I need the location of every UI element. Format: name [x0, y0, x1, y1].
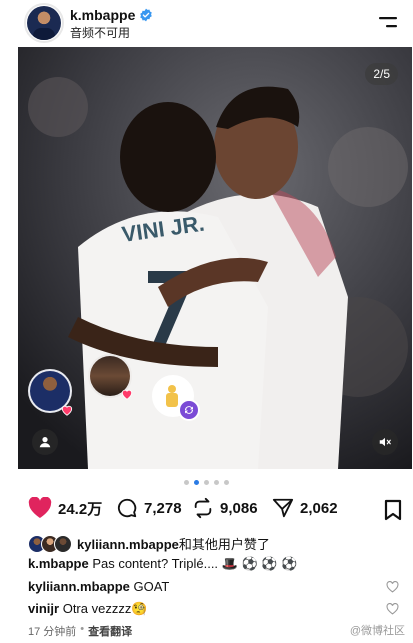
repost-button[interactable]: 9,086 [192, 497, 258, 519]
username[interactable]: k.mbappe [70, 7, 135, 23]
comment-username[interactable]: vinijr [28, 601, 59, 616]
likes-summary[interactable]: kyliiann.mbappe和其他用户赞了 [28, 534, 270, 553]
post-meta: 17 分钟前 • 查看翻译 [28, 623, 132, 639]
menu-icon[interactable] [377, 13, 399, 31]
carousel-dot [204, 480, 209, 485]
liker-avatar [54, 534, 72, 553]
likes-suffix: 和其他用户赞了 [178, 537, 270, 552]
carousel-dot-active [194, 480, 199, 485]
mute-button[interactable] [372, 429, 398, 455]
likes-user[interactable]: kyliiann.mbappe [77, 537, 179, 552]
caption-username[interactable]: k.mbappe [28, 556, 89, 571]
comment-icon [118, 498, 137, 518]
carousel-dot [214, 480, 219, 485]
meta-separator: • [80, 623, 85, 635]
post-header: k.mbappe 音频不可用 [0, 0, 413, 46]
comment-row: vinijr Otra vezzzz🧐 [28, 601, 403, 617]
comment-like-icon[interactable] [386, 603, 399, 615]
comment-username[interactable]: kyliiann.mbappe [28, 579, 130, 594]
avatar-image [27, 6, 61, 40]
comment-count: 7,278 [144, 499, 182, 517]
comment-text: GOAT [133, 579, 170, 594]
caption-text: Pas content? Triplé.... 🎩 ⚽ ⚽ ⚽ [92, 556, 298, 571]
likes-text: kyliiann.mbappe和其他用户赞了 [77, 534, 270, 553]
carousel-dots [0, 480, 413, 485]
comment-text: Otra vezzzz🧐 [62, 601, 148, 616]
post-photo[interactable]: VINI JR. 2/5 [18, 47, 412, 469]
tagged-users-button[interactable] [32, 429, 58, 455]
comment-button[interactable]: 7,278 [116, 497, 182, 519]
speaker-muted-icon [379, 437, 391, 447]
username-row: k.mbappe [70, 7, 153, 23]
share-count: 2,062 [300, 499, 338, 517]
profile-avatar[interactable] [24, 3, 64, 43]
comment-row: kyliiann.mbappe GOAT [28, 579, 403, 594]
action-bar: 24.2万 7,278 9,086 2,062 [28, 497, 403, 525]
send-icon [272, 498, 294, 518]
translate-link[interactable]: 查看翻译 [88, 623, 132, 639]
page-indicator: 2/5 [365, 63, 398, 85]
like-button[interactable]: 24.2万 [28, 497, 102, 519]
heart-filled-icon [28, 497, 52, 518]
carousel-dot [224, 480, 229, 485]
heart-badge-icon [61, 405, 73, 416]
sync-icon [178, 399, 200, 421]
like-count: 24.2万 [58, 500, 103, 518]
audio-unavailable-label: 音频不可用 [70, 26, 131, 40]
verified-badge-icon [140, 8, 153, 22]
carousel-dot [184, 480, 189, 485]
person-icon [39, 437, 51, 448]
post-time: 17 分钟前 [28, 626, 77, 638]
bookmark-icon[interactable] [383, 499, 403, 521]
repost-icon [194, 497, 212, 519]
heart-badge-icon [121, 389, 133, 400]
watermark: @微博社区 [349, 625, 405, 637]
share-button[interactable]: 2,062 [272, 497, 338, 519]
comment-like-icon[interactable] [386, 581, 399, 593]
repost-count: 9,086 [220, 499, 258, 517]
photo-illustration: VINI JR. [18, 47, 412, 469]
post-caption: k.mbappe Pas content? Triplé.... 🎩 ⚽ ⚽ ⚽ [28, 556, 297, 572]
